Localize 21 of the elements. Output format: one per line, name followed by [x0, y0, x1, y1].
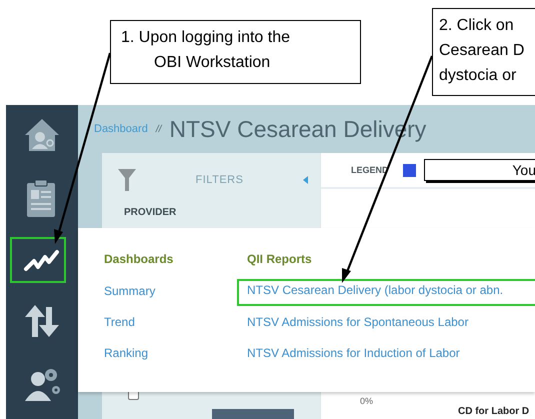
legend-text: You [424, 159, 535, 181]
menu-heading: Dashboards [104, 252, 174, 268]
menu-link[interactable]: Trend [104, 314, 247, 345]
breadcrumb-link[interactable]: Dashboard [94, 123, 148, 135]
menu-link[interactable]: NTSV Admissions for Induction of Labor [247, 345, 535, 376]
callout-text: Cesarean D [439, 41, 526, 61]
callout-text: 2. Click on [439, 16, 515, 36]
chart-title: CD for Labor D [457, 406, 530, 417]
filters-title: FILTERS [194, 174, 244, 186]
callout-text: 1. Upon logging into the [121, 28, 292, 48]
section-heading: PROVIDER [123, 206, 178, 220]
callout-text: OBI Workstation [153, 53, 272, 73]
highlight-box [10, 237, 66, 283]
axis-label: 0% [359, 396, 374, 406]
filter-icon [118, 169, 136, 191]
breadcrumb-separator: // [156, 124, 162, 134]
menu-link[interactable]: Ranking [104, 345, 247, 376]
menu-link[interactable]: NTSV Admissions for Spontaneous Labor [247, 314, 535, 345]
callout-text: dystocia or [439, 66, 518, 86]
menu-heading: QII Reports [247, 252, 313, 268]
menu-link[interactable]: NTSV Cesarean Delivery (labor dystocia or abn. [237, 279, 535, 306]
